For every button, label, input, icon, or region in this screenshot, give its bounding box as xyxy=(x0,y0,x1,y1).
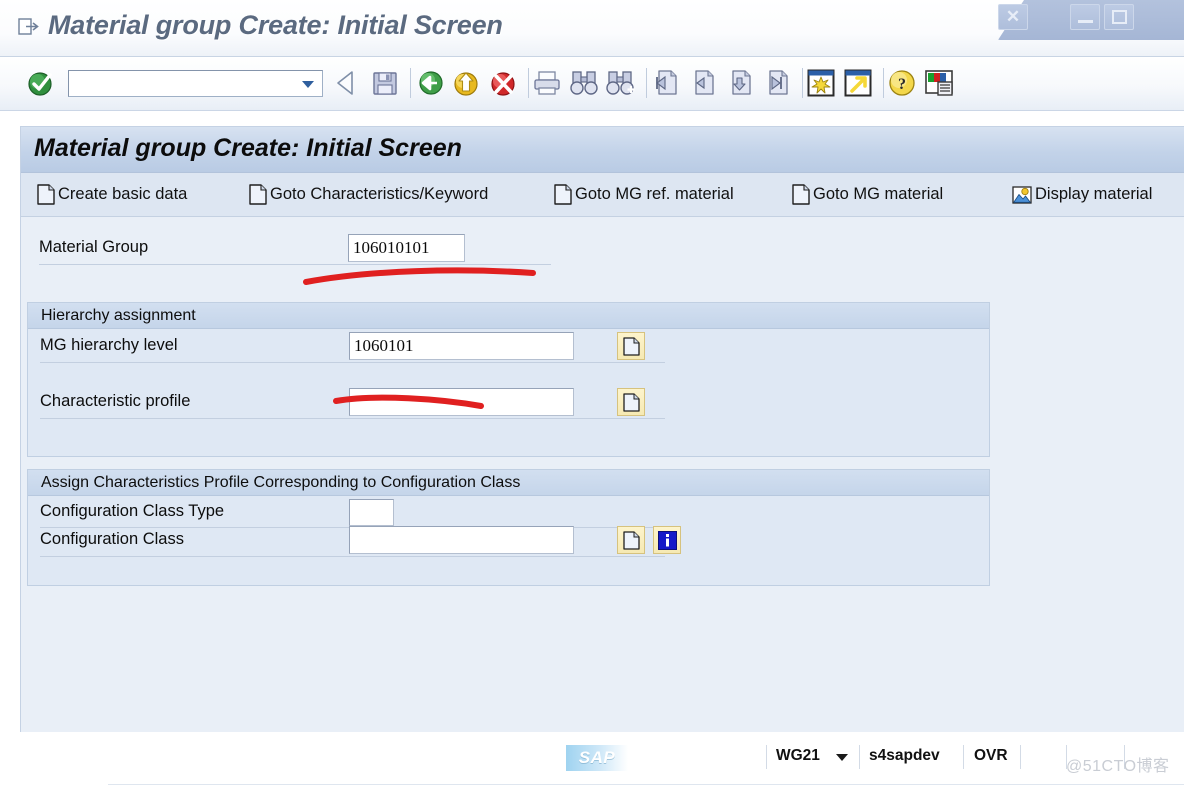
button-label: Create basic data xyxy=(58,185,188,203)
field-underline xyxy=(40,556,665,557)
configuration-class-label: Configuration Class xyxy=(40,530,184,548)
group-header: Assign Characteristics Profile Correspon… xyxy=(28,470,989,496)
configuration-class-type-label: Configuration Class Type xyxy=(40,502,225,520)
mg-hierarchy-level-input[interactable] xyxy=(349,332,574,360)
find-icon[interactable] xyxy=(569,68,599,98)
configuration-class-info-button[interactable] xyxy=(653,526,681,554)
close-button[interactable]: ✕ xyxy=(998,4,1028,30)
value-help-icon xyxy=(622,392,640,412)
goto-mg-ref-material-button[interactable]: Goto MG ref. material xyxy=(548,173,740,216)
characteristic-profile-label: Characteristic profile xyxy=(40,392,191,410)
screen-title: Material group Create: Initial Screen xyxy=(34,134,462,162)
window-controls: ✕ xyxy=(998,0,1184,43)
window-title-bar: Material group Create: Initial Screen ✕ xyxy=(0,0,1184,57)
system-id[interactable]: s4sapdev xyxy=(869,747,940,765)
display-material-button[interactable]: Display material xyxy=(1006,173,1158,216)
button-label: Goto MG ref. material xyxy=(575,185,734,203)
material-group-label: Material Group xyxy=(39,238,149,256)
sap-gui-window: Material group Create: Initial Screen ✕ xyxy=(0,0,1184,789)
screen-panel: Material group Create: Initial Screen Cr… xyxy=(20,126,1184,733)
minimize-button[interactable] xyxy=(1070,4,1100,30)
configuration-class-value-help-button[interactable] xyxy=(617,526,645,554)
button-label: Goto MG material xyxy=(813,185,944,203)
cancel-icon[interactable] xyxy=(488,68,518,98)
hierarchy-assignment-group: Hierarchy assignment MG hierarchy level … xyxy=(27,302,990,457)
goto-mg-material-button[interactable]: Goto MG material xyxy=(786,173,949,216)
document-icon xyxy=(37,184,55,205)
create-basic-data-button[interactable]: Create basic data xyxy=(31,173,193,216)
find-next-icon[interactable] xyxy=(606,68,636,98)
transaction-code[interactable]: WG21 xyxy=(776,747,820,765)
close-icon: ✕ xyxy=(1005,7,1021,26)
next-page-icon[interactable] xyxy=(725,68,755,98)
document-icon xyxy=(792,184,810,205)
group-header: Hierarchy assignment xyxy=(28,303,989,329)
window-title: Material group Create: Initial Screen xyxy=(48,10,503,40)
status-bar-divider xyxy=(108,784,1184,785)
exit-arrow-icon xyxy=(18,18,39,35)
group-title: Hierarchy assignment xyxy=(41,307,196,324)
sap-logo: SAP xyxy=(566,745,628,771)
up-home-icon[interactable] xyxy=(451,68,481,98)
customize-layout-icon[interactable] xyxy=(924,68,954,98)
button-label: Goto Characteristics/Keyword xyxy=(270,185,489,203)
characteristic-profile-value-help-button[interactable] xyxy=(617,388,645,416)
maximize-button[interactable] xyxy=(1104,4,1134,30)
back-icon[interactable] xyxy=(333,68,363,98)
exit-icon[interactable] xyxy=(414,68,444,98)
watermark-text: @51CTO博客 xyxy=(1066,758,1170,775)
field-underline xyxy=(40,362,665,363)
green-check-enter-icon[interactable] xyxy=(26,69,56,99)
print-icon[interactable] xyxy=(532,68,562,98)
command-field[interactable] xyxy=(68,70,323,97)
picture-icon xyxy=(1012,185,1032,204)
document-icon xyxy=(249,184,267,205)
red-underline-material-group xyxy=(303,267,536,285)
mg-hierarchy-level-label: MG hierarchy level xyxy=(40,336,178,354)
configuration-class-group: Assign Characteristics Profile Correspon… xyxy=(27,469,990,586)
help-icon[interactable]: ? xyxy=(887,68,917,98)
material-group-input[interactable] xyxy=(348,234,465,262)
save-icon[interactable] xyxy=(370,68,400,98)
form-area: Material Group Hierarchy assignment MG h… xyxy=(21,217,1184,733)
application-toolbar: Create basic data Goto Characteristics/K… xyxy=(21,173,1184,217)
red-underline-mg-hierarchy-level xyxy=(333,394,484,409)
group-title: Assign Characteristics Profile Correspon… xyxy=(41,474,521,491)
value-help-icon xyxy=(622,530,640,550)
info-blue-icon xyxy=(657,530,677,550)
chevron-down-icon[interactable] xyxy=(836,754,848,761)
chevron-down-icon[interactable] xyxy=(302,81,314,88)
last-page-icon[interactable] xyxy=(762,68,792,98)
svg-text:?: ? xyxy=(898,76,906,93)
previous-page-icon[interactable] xyxy=(688,68,718,98)
configuration-class-input[interactable] xyxy=(349,526,574,554)
screen-title-bar: Material group Create: Initial Screen xyxy=(21,127,1184,173)
insert-overwrite-mode[interactable]: OVR xyxy=(974,747,1008,765)
first-page-icon[interactable] xyxy=(651,68,681,98)
configuration-class-type-input[interactable] xyxy=(349,499,394,526)
mg-hierarchy-level-value-help-button[interactable] xyxy=(617,332,645,360)
document-icon xyxy=(554,184,572,205)
create-session-icon[interactable] xyxy=(806,68,836,98)
command-input[interactable] xyxy=(73,74,298,94)
value-help-icon xyxy=(622,336,640,356)
button-label: Display material xyxy=(1035,185,1153,203)
status-bar: SAP WG21 s4sapdev OVR xyxy=(0,732,1184,789)
goto-characteristics-keyword-button[interactable]: Goto Characteristics/Keyword xyxy=(243,173,494,216)
create-shortcut-icon[interactable] xyxy=(843,68,873,98)
field-underline xyxy=(40,418,665,419)
